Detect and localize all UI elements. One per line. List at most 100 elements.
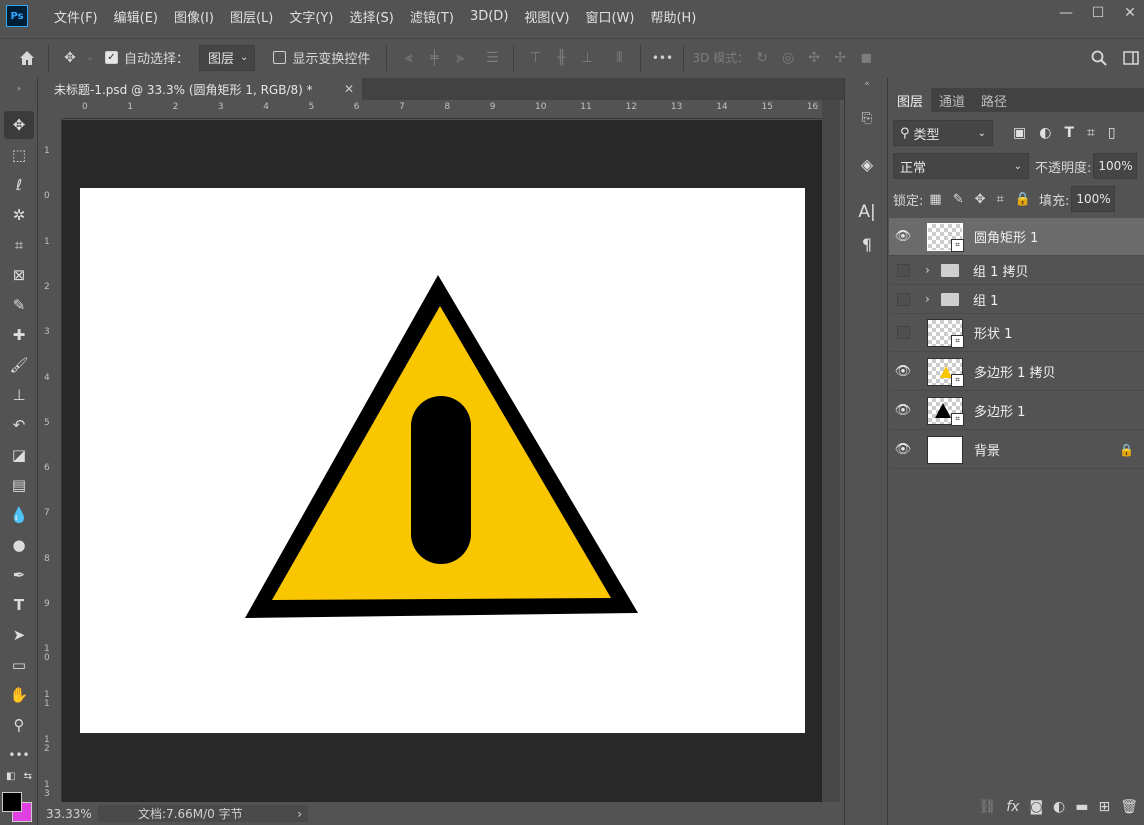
align-center-h-icon[interactable]: ╪ [421,45,447,71]
close-button[interactable]: ✕ [1110,0,1144,26]
lock-position-icon[interactable]: ✥ [975,192,986,207]
menu-edit[interactable]: 编辑(E) [106,7,166,26]
lock-image-pixels-icon[interactable]: ✎ [953,192,964,207]
tab-layers[interactable]: 图层 [889,88,932,112]
brush-tool-icon[interactable]: 🖌 [4,351,34,379]
align-middle-v-icon[interactable]: ╫ [548,45,574,71]
menu-filter[interactable]: 滤镜(T) [402,7,462,26]
chevron-down-icon[interactable]: ⌄ [83,45,97,71]
visibility-toggle[interactable] [889,256,917,285]
layer-kind-filter[interactable]: ⚲ 类型 ⌄ [893,120,993,146]
zoom-tool-icon[interactable]: ⚲ [4,711,34,739]
marquee-tool-icon[interactable]: ⬚ [4,141,34,169]
visibility-toggle[interactable] [889,285,917,314]
type-tool-icon[interactable]: T [4,591,34,619]
show-transform-checkbox[interactable] [273,51,287,64]
align-right-icon[interactable]: ⫸ [447,45,473,71]
path-selection-tool-icon[interactable]: ➤ [4,621,34,649]
document-canvas[interactable] [80,188,805,733]
healing-brush-tool-icon[interactable]: ✚ [4,321,34,349]
clone-stamp-tool-icon[interactable]: ⊥ [4,381,34,409]
visibility-eye-icon[interactable]: 👁 [889,392,917,430]
rectangle-tool-icon[interactable]: ▭ [4,651,34,679]
layer-row[interactable]: 👁 ⌗ 多边形 1 拷贝 [889,353,1144,391]
delete-layer-icon[interactable]: 🗑 [1120,799,1138,815]
align-bottom-icon[interactable]: ⊥ [574,45,600,71]
layer-row[interactable]: 👁 ⌗ 多边形 1 [889,392,1144,430]
foreground-color-swatch[interactable] [2,792,22,812]
dodge-tool-icon[interactable]: ● [4,531,34,559]
filter-adjustment-icon[interactable]: ◐ [1039,125,1051,141]
menu-help[interactable]: 帮助(H) [642,7,704,26]
layer-group-row[interactable]: › 组 1 拷贝 [889,256,1144,285]
visibility-eye-icon[interactable]: 👁 [889,218,917,256]
home-icon[interactable] [14,45,40,71]
more-options-icon[interactable]: ••• [649,45,675,71]
search-icon[interactable] [1086,45,1112,71]
magic-wand-tool-icon[interactable]: ✲ [4,201,34,229]
layer-name[interactable]: 圆角矩形 1 [974,227,1038,246]
link-layers-icon[interactable]: ⛓ [978,799,996,815]
document-info[interactable]: 文档:7.66M/0 字节 › [98,805,308,822]
close-tab-icon[interactable]: ✕ [344,82,354,96]
chevron-right-icon[interactable]: › [925,263,939,277]
layer-name[interactable]: 背景 [974,440,1000,459]
align-left-icon[interactable]: ⫷ [395,45,421,71]
move-tool-icon[interactable]: ✥ [4,111,34,139]
blend-mode-dropdown[interactable]: 正常 ⌄ [893,153,1029,179]
workspace-icon[interactable] [1118,45,1144,71]
default-colors-icon[interactable]: ◧ ⇆ [4,768,34,784]
menu-layer[interactable]: 图层(L) [222,7,281,26]
layer-group-row[interactable]: › 组 1 [889,285,1144,314]
auto-select-option[interactable]: ✓ 自动选择： [105,48,189,67]
menu-window[interactable]: 窗口(W) [577,7,642,26]
layer-style-icon[interactable]: fx [1006,799,1019,815]
3d-panel-icon[interactable]: ◈ [853,150,881,178]
auto-select-target-dropdown[interactable]: 图层 ⌄ [199,44,256,71]
visibility-eye-icon[interactable]: 👁 [889,353,917,391]
menu-select[interactable]: 选择(S) [341,7,401,26]
layer-name[interactable]: 形状 1 [974,323,1012,342]
zoom-level[interactable]: 33.33% [40,807,98,821]
layer-row[interactable]: ⌗ 形状 1 [889,314,1144,352]
fill-field[interactable]: 100% [1071,186,1116,212]
menu-image[interactable]: 图像(I) [166,7,222,26]
filter-shape-icon[interactable]: ⌗ [1087,125,1095,141]
frame-tool-icon[interactable]: ⊠ [4,261,34,289]
blur-tool-icon[interactable]: 💧 [4,501,34,529]
new-layer-icon[interactable]: ⊞ [1098,799,1110,815]
layer-name[interactable]: 多边形 1 [974,401,1025,420]
lasso-tool-icon[interactable]: ℓ [4,171,34,199]
auto-select-checkbox[interactable]: ✓ [105,51,118,64]
filter-type-icon[interactable]: T [1064,125,1074,141]
3d-orbit-icon[interactable]: ↻ [749,45,775,71]
hand-tool-icon[interactable]: ✋ [4,681,34,709]
collapse-toolbar-icon[interactable]: » [4,82,34,94]
tab-paths[interactable]: 路径 [973,88,1015,112]
visibility-eye-icon[interactable]: 👁 [889,431,917,469]
menu-view[interactable]: 视图(V) [516,7,577,26]
gradient-tool-icon[interactable]: ▤ [4,471,34,499]
status-menu-arrow-icon[interactable]: › [297,807,302,821]
adjustment-layer-icon[interactable]: ◐ [1053,799,1065,815]
collapse-dock-icon[interactable]: « [853,78,881,90]
layer-name[interactable]: 组 1 拷贝 [973,261,1029,280]
character-panel-icon[interactable]: A| [853,198,881,226]
menu-file[interactable]: 文件(F) [46,7,106,26]
3d-roll-icon[interactable]: ◎ [775,45,801,71]
opacity-field[interactable]: 100% [1093,153,1138,179]
vertical-scrollbar[interactable] [822,100,840,802]
edit-toolbar-icon[interactable]: ••• [4,741,34,769]
lock-all-icon[interactable]: 🔒 [1015,192,1031,207]
move-tool-icon[interactable]: ✥ [57,45,83,71]
layer-name[interactable]: 多边形 1 拷贝 [974,362,1056,381]
history-panel-icon[interactable]: ⎘ [853,104,881,132]
distribute-v-icon[interactable]: ⫴ [606,45,632,71]
canvas-area[interactable] [62,120,822,802]
eyedropper-tool-icon[interactable]: ✎ [4,291,34,319]
pen-tool-icon[interactable]: ✒ [4,561,34,589]
show-transform-option[interactable]: 显示变换控件 [273,48,370,67]
new-group-icon[interactable]: ▬ [1075,799,1088,815]
3d-slide-icon[interactable]: ✢ [827,45,853,71]
visibility-toggle[interactable] [889,314,917,352]
